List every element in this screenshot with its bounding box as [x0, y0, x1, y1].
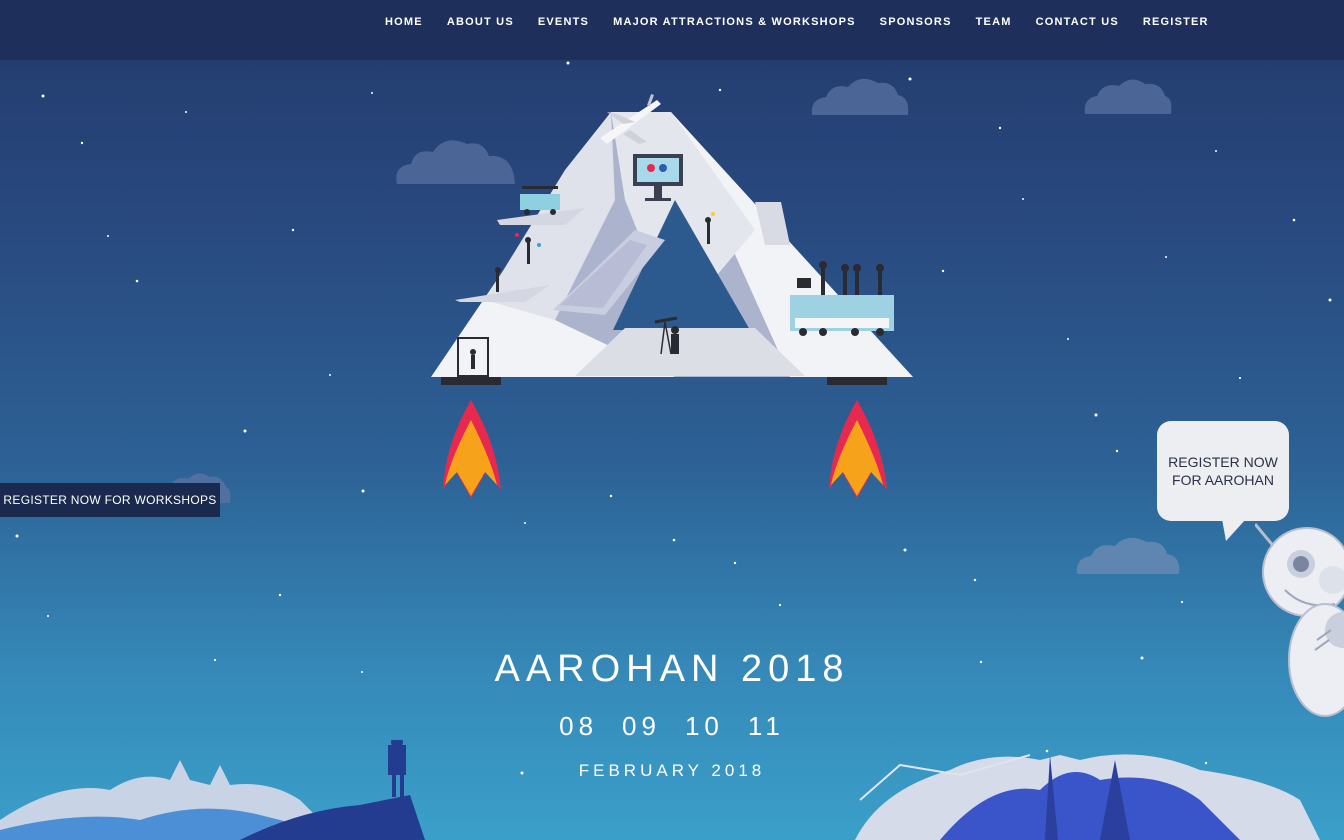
nav-item-team[interactable]: TEAM	[976, 16, 1012, 28]
flame-icon	[829, 400, 887, 498]
top-navbar: HOME ABOUT US EVENTS MAJOR ATTRACTIONS &…	[0, 0, 1344, 60]
register-aarohan-bubble[interactable]: REGISTER NOW FOR AAROHAN	[1157, 421, 1289, 521]
register-workshops-button[interactable]: REGISTER NOW FOR WORKSHOPS	[0, 483, 220, 517]
cloud-icon	[1076, 537, 1180, 574]
nav-item-register[interactable]: REGISTER	[1143, 16, 1209, 28]
nav-item-events[interactable]: EVENTS	[538, 16, 589, 28]
register-aarohan-label: REGISTER NOW FOR AAROHAN	[1168, 454, 1278, 488]
nav-item-major-attractions[interactable]: MAJOR ATTRACTIONS & WORKSHOPS	[613, 16, 856, 28]
event-date: 08	[559, 711, 599, 741]
nav-menu: HOME ABOUT US EVENTS MAJOR ATTRACTIONS &…	[385, 16, 1209, 28]
nav-item-contact-us[interactable]: CONTACT US	[1036, 16, 1119, 28]
flame-icon	[443, 400, 501, 498]
pyramid-rocket-illustration	[431, 94, 913, 498]
bubble-tail	[1213, 519, 1247, 541]
event-date: 09	[622, 711, 661, 741]
mountain-silhouette	[0, 740, 1320, 840]
nav-item-sponsors[interactable]: SPONSORS	[880, 16, 952, 28]
event-title: AAROHAN 2018	[494, 648, 850, 690]
event-date: 10	[684, 711, 724, 741]
event-dates: 08 09 10 11	[0, 711, 1344, 742]
cloud-icon	[1084, 79, 1172, 114]
event-month: FEBRUARY 2018	[578, 761, 766, 780]
nav-item-home[interactable]: HOME	[385, 16, 423, 28]
nav-item-about-us[interactable]: ABOUT US	[447, 16, 514, 28]
event-date: 11	[747, 711, 785, 741]
